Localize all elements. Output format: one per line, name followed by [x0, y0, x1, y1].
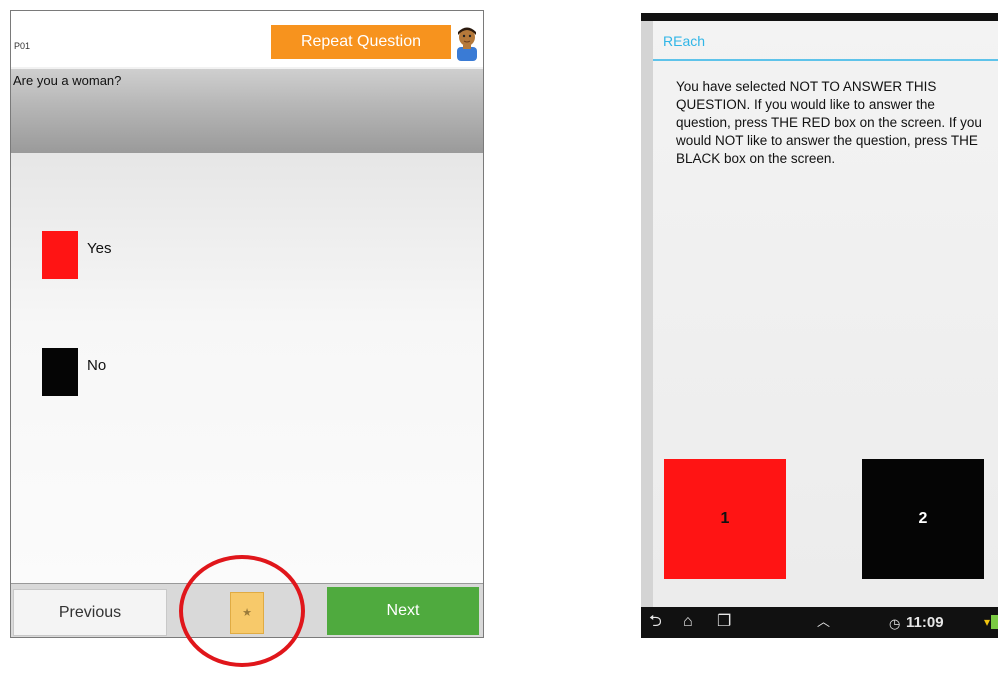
- next-button[interactable]: Next: [327, 587, 479, 635]
- answer-area: Yes No: [11, 153, 483, 583]
- edge-strip: [641, 21, 653, 607]
- back-icon[interactable]: ⮌: [649, 613, 662, 631]
- yes-answer-box[interactable]: [42, 231, 78, 279]
- status-time: 11:09: [906, 614, 944, 631]
- recent-apps-icon[interactable]: ❐: [717, 613, 731, 631]
- question-text: Are you a woman?: [13, 73, 122, 88]
- avatar-icon[interactable]: [454, 25, 480, 61]
- question-id: P01: [14, 41, 31, 51]
- dialog-title: REach: [663, 33, 706, 49]
- highlight-circle: [179, 555, 305, 667]
- dialog-message: You have selected NOT TO ANSWER THIS QUE…: [676, 79, 982, 166]
- dialog-screen: REach You have selected NOT TO ANSWER TH…: [641, 13, 998, 638]
- black-choice-box[interactable]: 2: [862, 459, 984, 579]
- signal-icon: ▾: [984, 615, 991, 629]
- survey-screen: P01 Repeat Question Are you a woman? Yes…: [10, 10, 484, 638]
- title-divider: [653, 59, 998, 61]
- repeat-question-button[interactable]: Repeat Question: [271, 25, 451, 59]
- battery-icon: [991, 615, 998, 629]
- home-icon[interactable]: ⌂: [683, 613, 693, 631]
- red-choice-box[interactable]: 1: [664, 459, 786, 579]
- clock-icon: ◷: [889, 616, 901, 631]
- survey-header: P01 Repeat Question: [11, 11, 483, 67]
- no-answer-box[interactable]: [42, 348, 78, 396]
- dialog-panel: REach You have selected NOT TO ANSWER TH…: [653, 21, 998, 607]
- question-band: Are you a woman?: [11, 69, 483, 154]
- up-chevron-icon[interactable]: ︿: [817, 613, 830, 631]
- previous-button[interactable]: Previous: [13, 589, 167, 636]
- system-nav-bar: ⮌ ⌂ ❐ ︿ ◷ 11:09 ▾: [641, 607, 998, 638]
- yes-answer-label[interactable]: Yes: [87, 240, 111, 257]
- no-answer-label[interactable]: No: [87, 357, 106, 374]
